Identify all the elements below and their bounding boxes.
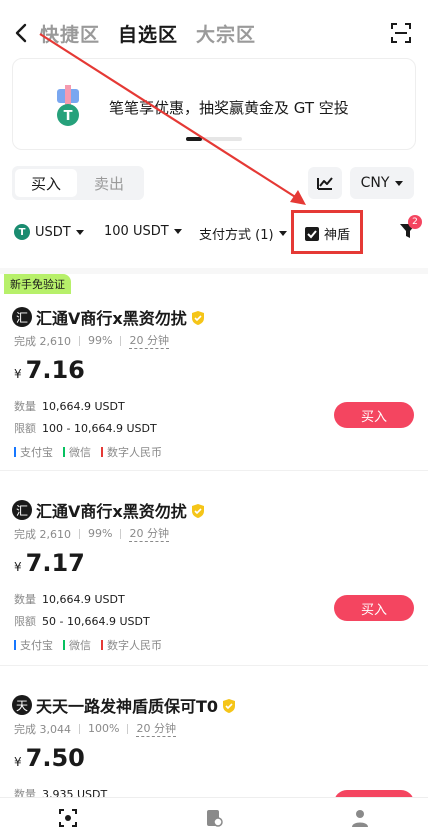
release-time: 20 分钟 xyxy=(129,334,169,349)
gift-coin-icon: T xyxy=(57,85,79,126)
buy-sell-toggle: 买入 卖出 xyxy=(12,166,144,200)
payment-ecny: 数字人民币 xyxy=(107,446,162,459)
limit-row: 限额 50 - 10,664.9 USDT xyxy=(14,615,150,628)
payment-methods: 支付宝 微信 数字人民币 xyxy=(14,637,162,653)
caret-down-icon xyxy=(173,229,182,234)
release-time: 20 分钟 xyxy=(136,722,176,737)
scan-icon[interactable] xyxy=(390,22,412,44)
buy-tab[interactable]: 买入 xyxy=(15,169,77,197)
price: ¥7.50 xyxy=(14,744,85,772)
caret-down-icon xyxy=(395,180,404,186)
currency-label: CNY xyxy=(360,175,390,191)
completion-rate: 99% xyxy=(88,334,113,347)
merchant-stats: 完成 2,610 99% 20 分钟 xyxy=(14,525,169,542)
bottom-nav xyxy=(0,797,428,833)
zone-tabs: 快捷区 自选区 大宗区 xyxy=(40,20,256,47)
shield-icon xyxy=(223,699,236,713)
banner-text: 笔笔享优惠，抽奖赢黄金及 GT 空投 xyxy=(109,99,349,117)
completed-count: 完成 3,044 xyxy=(14,722,71,736)
caret-down-icon xyxy=(75,229,84,235)
shield-icon xyxy=(191,311,204,325)
back-icon[interactable] xyxy=(12,22,32,44)
header: 快捷区 自选区 大宗区 xyxy=(0,0,428,62)
buy-button[interactable]: 买入 xyxy=(334,790,414,797)
merchant-stats: 完成 3,044 100% 20 分钟 xyxy=(14,720,176,737)
price: ¥7.16 xyxy=(14,356,85,384)
orders-nav-icon[interactable] xyxy=(204,808,224,828)
completion-rate: 100% xyxy=(88,722,120,735)
merchant-avatar: 天 xyxy=(12,695,32,715)
chart-icon xyxy=(317,177,333,190)
payment-wechat: 微信 xyxy=(69,639,91,652)
payment-methods: 支付宝 微信 数字人民币 xyxy=(14,444,162,460)
tab-quick[interactable]: 快捷区 xyxy=(40,20,100,47)
completed-count: 完成 2,610 xyxy=(14,527,71,541)
banner-pagination xyxy=(186,137,242,141)
merchant-avatar: 汇 xyxy=(12,307,32,327)
svg-text:T: T xyxy=(64,109,73,124)
release-time: 20 分钟 xyxy=(129,527,169,542)
payment-wechat: 微信 xyxy=(69,446,91,459)
tab-custom[interactable]: 自选区 xyxy=(118,20,178,47)
completed-count: 完成 2,610 xyxy=(14,334,71,348)
completion-rate: 99% xyxy=(88,527,113,540)
merchant-card: 汇 汇通V商行x黑资勿扰 完成 2,610 99% 20 分钟 ¥7.17 数量… xyxy=(0,467,428,662)
usdt-icon: T xyxy=(14,224,30,240)
payment-alipay: 支付宝 xyxy=(20,639,53,652)
merchant-name[interactable]: 天天一路发神盾质保可T0 xyxy=(36,693,236,717)
annotation-highlight-box xyxy=(291,210,363,254)
merchant-avatar: 汇 xyxy=(12,500,32,520)
sell-tab[interactable]: 卖出 xyxy=(78,169,140,197)
trade-nav-icon[interactable] xyxy=(58,808,78,828)
shield-icon xyxy=(191,504,204,518)
quantity-row: 数量 10,664.9 USDT xyxy=(14,593,125,606)
merchant-stats: 完成 2,610 99% 20 分钟 xyxy=(14,332,169,349)
coin-filter[interactable]: T USDT xyxy=(14,224,84,240)
profile-nav-icon[interactable] xyxy=(350,808,370,828)
caret-down-icon xyxy=(278,231,287,236)
newbie-badge: 新手免验证 xyxy=(4,274,71,294)
payment-label: 支付方式 (1) xyxy=(199,228,274,243)
tab-bulk[interactable]: 大宗区 xyxy=(196,20,256,47)
buy-button[interactable]: 买入 xyxy=(334,402,414,428)
coin-label: USDT xyxy=(35,224,71,240)
quantity-row: 数量 10,664.9 USDT xyxy=(14,400,125,413)
filter-bar: T USDT 100 USDT 支付方式 (1) 神盾 xyxy=(0,214,428,252)
price: ¥7.17 xyxy=(14,549,85,577)
merchant-card: 新手免验证 汇 汇通V商行x黑资勿扰 完成 2,610 99% 20 分钟 ¥7… xyxy=(0,274,428,469)
filter-count-badge: 2 xyxy=(408,215,422,229)
payment-alipay: 支付宝 xyxy=(20,446,53,459)
merchant-card: 天 天天一路发神盾质保可T0 完成 3,044 100% 20 分钟 ¥7.50… xyxy=(0,662,428,797)
amount-filter[interactable]: 100 USDT xyxy=(104,224,182,239)
merchant-name[interactable]: 汇通V商行x黑资勿扰 xyxy=(36,498,205,522)
chart-button[interactable] xyxy=(308,167,342,199)
currency-select[interactable]: CNY xyxy=(350,167,414,199)
merchant-name[interactable]: 汇通V商行x黑资勿扰 xyxy=(36,305,205,329)
payment-filter[interactable]: 支付方式 (1) xyxy=(199,224,287,243)
payment-ecny: 数字人民币 xyxy=(107,639,162,652)
limit-row: 限额 100 - 10,664.9 USDT xyxy=(14,422,157,435)
quantity-row: 数量 3,935 USDT xyxy=(14,788,108,797)
buy-button[interactable]: 买入 xyxy=(334,595,414,621)
amount-label: 100 USDT xyxy=(104,224,169,239)
